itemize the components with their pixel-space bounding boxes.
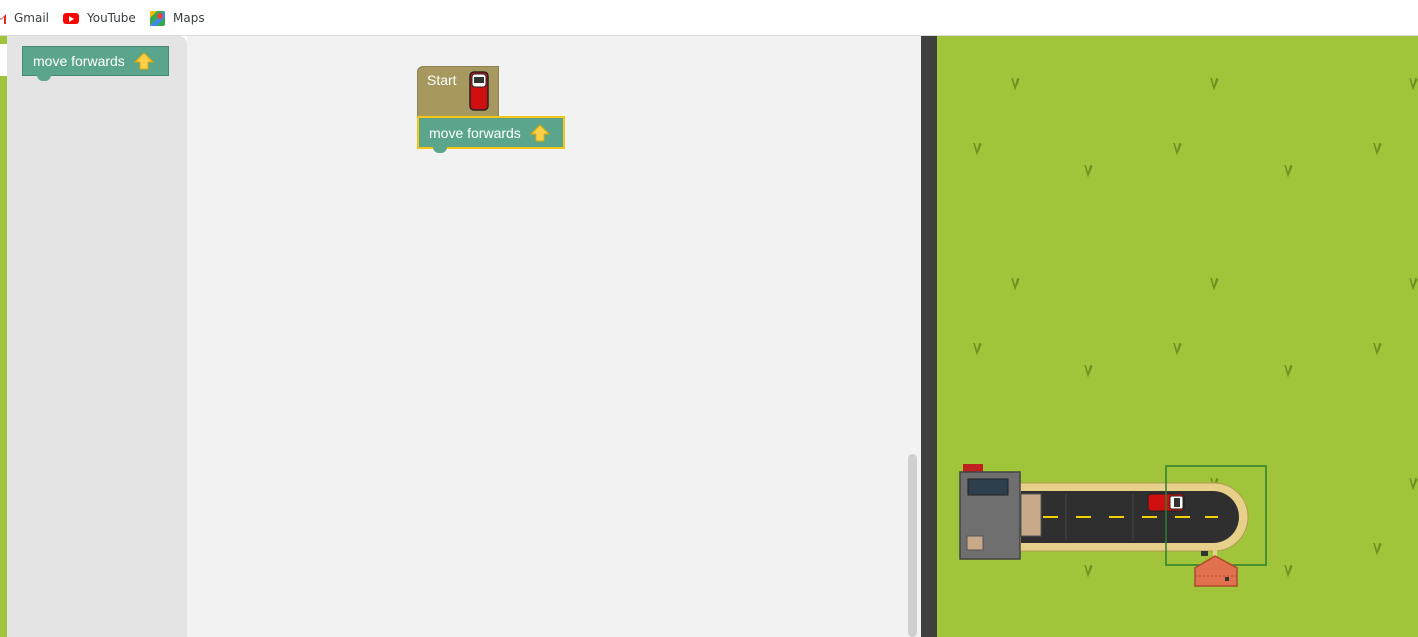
- program-move-forwards-block[interactable]: move forwards: [417, 116, 565, 153]
- panel-divider[interactable]: [921, 36, 937, 637]
- road: [1016, 482, 1249, 552]
- start-label: Start: [427, 72, 457, 88]
- workspace-scrollbar[interactable]: [908, 454, 917, 637]
- maps-icon: [150, 10, 165, 26]
- start-block[interactable]: Start: [417, 66, 499, 118]
- bookmark-label: Maps: [173, 11, 205, 25]
- block-label: move forwards: [33, 53, 125, 69]
- bookmark-youtube[interactable]: YouTube: [63, 9, 136, 27]
- arrow-up-icon: [133, 52, 154, 70]
- arrow-up-icon: [529, 123, 550, 141]
- toolbox-move-forwards-block[interactable]: move forwards: [22, 46, 169, 81]
- bookmark-gmail[interactable]: Gmail: [0, 9, 49, 27]
- bookmark-label: Gmail: [14, 11, 50, 25]
- bookmark-label: YouTube: [87, 11, 136, 25]
- gmail-icon: [0, 14, 6, 24]
- block-toolbox: [7, 36, 187, 637]
- destination-house-icon: [1194, 546, 1238, 587]
- map-canvas: [959, 77, 1418, 587]
- left-edge-strip: [0, 36, 7, 637]
- game-map: [937, 36, 1418, 637]
- red-van-icon: [469, 71, 489, 111]
- youtube-icon: [63, 12, 79, 24]
- block-label: move forwards: [429, 124, 521, 141]
- bookmarks-bar: Gmail YouTube Maps: [0, 0, 1418, 36]
- bookmark-maps[interactable]: Maps: [150, 9, 205, 27]
- left-edge-gap: [0, 44, 7, 76]
